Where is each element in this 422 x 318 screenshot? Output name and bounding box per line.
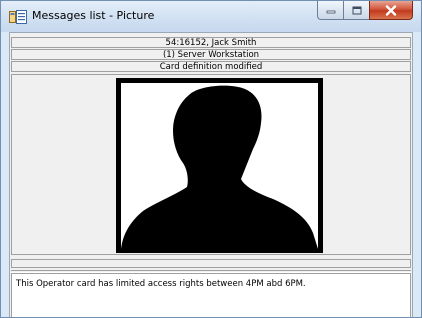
messages-list-icon: [9, 10, 27, 24]
message-text-area[interactable]: This Operator card has limited access ri…: [11, 273, 411, 317]
maximize-button[interactable]: [343, 1, 369, 20]
caption-buttons: [317, 1, 413, 21]
minimize-button[interactable]: [317, 1, 343, 20]
close-button[interactable]: [369, 1, 413, 20]
message-text: This Operator card has limited access ri…: [16, 279, 306, 289]
title-bar[interactable]: Messages list - Picture: [1, 1, 421, 32]
status-bar-empty: [11, 259, 411, 268]
person-silhouette-image: [121, 83, 318, 249]
event-field: Card definition modified: [11, 61, 411, 72]
maximize-icon: [352, 6, 361, 14]
photo-frame: [116, 78, 323, 253]
window-title: Messages list - Picture: [32, 9, 155, 22]
workstation-field: (1) Server Workstation: [11, 49, 411, 60]
picture-panel: [11, 74, 411, 255]
card-holder-field: 54:16152, Jack Smith: [11, 37, 411, 48]
close-icon: [385, 4, 397, 16]
messages-list-picture-window: Messages list - Picture 54:16152, Jack S…: [0, 0, 422, 318]
minimize-icon: [326, 10, 335, 14]
